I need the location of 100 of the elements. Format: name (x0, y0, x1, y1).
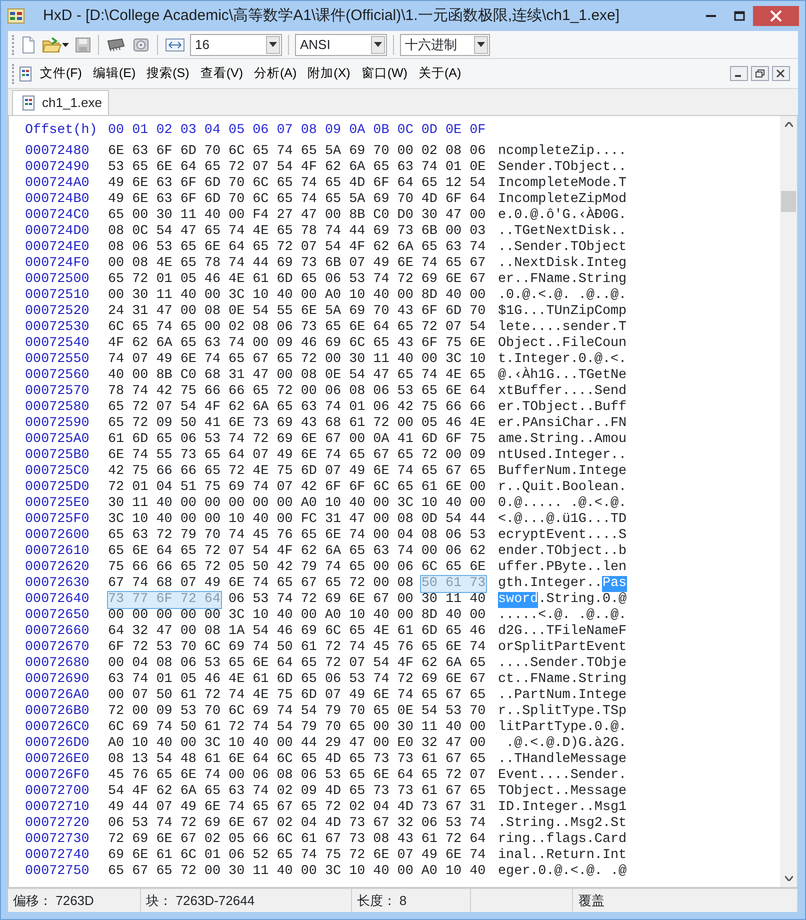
row-offset: 000725E0 (25, 496, 90, 512)
ascii-text: ring..flags.Card (498, 832, 627, 848)
row-offset: 000725F0 (25, 512, 90, 528)
hex-bytes: 08 13 54 48 61 6E 64 6C 65 4D 65 73 73 61 67 65 (108, 752, 486, 768)
ascii-text: ecryptEvent....S (498, 528, 627, 544)
row-offset: 00072700 (25, 784, 90, 800)
hex-bytes: 64 32 47 00 08 1A 54 46 69 6C 65 4E 61 6D 65 46 (108, 624, 486, 640)
row-offset: 00072510 (25, 288, 90, 304)
ascii-text: .@.<.@.D)G.à2G. (505, 736, 627, 752)
ascii-text: BufferNum.Intege (498, 464, 627, 480)
row-offset: 00072610 (25, 544, 90, 560)
row-offset: 000725B0 (25, 448, 90, 464)
folder-icon (42, 36, 62, 54)
row-offset: 00072730 (25, 832, 90, 848)
minimize-icon (706, 15, 716, 17)
hex-bytes: 67 74 68 07 49 6E 74 65 67 65 72 00 08 (108, 576, 414, 592)
hex-bytes: 49 6E 63 6F 6D 70 6C 65 74 65 4D 6F 64 65 12 54 (108, 176, 486, 192)
ascii-text: Object..FileCoun (498, 336, 627, 352)
ascii-text: ntUsed.Integer.. (498, 448, 627, 464)
row-offset: 00072650 (25, 608, 90, 624)
menu-item[interactable]: 附加(X) (304, 62, 354, 85)
offset-base-dropdown[interactable]: 十六进制 (400, 34, 490, 56)
close-button[interactable] (753, 6, 799, 26)
hex-bytes: 65 00 30 11 40 00 F4 27 47 00 8B C0 D0 30 47 00 (108, 208, 486, 224)
column-width-button[interactable] (164, 36, 186, 54)
hex-bytes: 65 67 65 72 00 30 11 40 00 3C 10 40 00 A0 10 40 (108, 864, 486, 880)
mdi-restore-button[interactable] (751, 66, 769, 81)
menu-item[interactable]: 搜索(S) (142, 62, 194, 85)
hex-bytes: 00 00 00 00 00 3C 10 40 00 A0 10 40 00 8D 40 00 (108, 608, 486, 624)
menu-item[interactable]: 分析(A) (250, 62, 301, 85)
menu-item[interactable]: 关于(A) (414, 62, 466, 85)
hex-bytes: 6C 69 74 50 61 72 74 54 79 70 65 00 30 11 40 00 (108, 720, 486, 736)
close-icon (776, 69, 786, 78)
hex-bytes: 49 6E 63 6F 6D 70 6C 65 74 65 5A 69 70 4D 6F 64 (108, 192, 486, 208)
hex-bytes: 6C 65 74 65 00 02 08 06 73 65 6E 64 65 72 07 54 (108, 320, 486, 336)
hex-bytes: 65 72 09 50 41 6E 73 69 43 68 61 72 00 05 46 4E (108, 416, 486, 432)
menu-item[interactable]: 窗口(W) (357, 62, 412, 85)
file-tab[interactable]: ch1_1.exe (12, 90, 109, 115)
hex-bytes: 24 31 47 00 08 0E 54 55 6E 5A 69 70 43 6F 6D 70 (108, 304, 486, 320)
hex-bytes: 72 69 6E 67 02 05 66 6C 61 67 73 08 43 61 72 64 (108, 832, 486, 848)
row-offset: 000726E0 (25, 752, 90, 768)
dropdown-arrow-icon (269, 42, 277, 47)
open-button[interactable] (41, 34, 70, 54)
row-offset: 00072590 (25, 416, 90, 432)
hex-bytes: 00 04 08 06 53 65 6E 64 65 72 07 54 4F 62 6A 65 (108, 656, 486, 672)
row-offset: 00072620 (25, 560, 90, 576)
row-offset: 00072570 (25, 384, 90, 400)
row-offset: 00072580 (25, 400, 90, 416)
column-header: 00 01 02 03 04 05 06 07 08 09 0A 0B 0C 0D 0E 0F (108, 123, 486, 139)
ascii-text: .....<.@. .@..@. (498, 608, 627, 624)
hex-bytes: 72 01 04 51 75 69 74 07 42 6F 6F 6C 65 61 6E 00 (108, 480, 486, 496)
ascii-text: .0.@.<.@. .@..@. (498, 288, 627, 304)
row-offset: 00072600 (25, 528, 90, 544)
window-title: HxD - [D:\College Academic\高等数学A1\课件(Official)\1.一元函数极限,连续\ch1_1.exe] (43, 6, 621, 26)
ascii-text: orSplitPartEvent (498, 640, 627, 656)
ascii-text: er..FName.String (498, 272, 627, 288)
hex-bytes: 00 07 50 61 72 74 4E 75 6D 07 49 6E 74 65 67 65 (108, 688, 486, 704)
ascii-text: gth.Integer.. (498, 576, 602, 592)
ascii-text: ..NextDisk.Integ (498, 256, 627, 272)
row-offset: 00072660 (25, 624, 90, 640)
ascii-text: d2G...TFileNameF (498, 624, 627, 640)
hex-bytes: 45 76 65 6E 74 00 06 08 06 53 65 6E 64 65 72 07 (108, 768, 486, 784)
save-button[interactable] (74, 36, 92, 54)
scrollbar-thumb[interactable] (781, 191, 796, 212)
memory-chip-button[interactable] (105, 36, 127, 52)
ascii-text: litPartType.0.@. (498, 720, 627, 736)
hex-bytes: 08 06 53 65 6E 64 65 72 07 54 4F 62 6A 65 63 74 (108, 240, 486, 256)
mdi-close-button[interactable] (772, 66, 790, 81)
menu-item[interactable]: 编辑(E) (88, 62, 140, 85)
hex-bytes: 6E 63 6F 6D 70 6C 65 74 65 5A 69 70 00 02 08 06 (108, 144, 486, 160)
ascii-text: eger.0.@.<.@. .@ (498, 864, 627, 880)
hex-bytes: 69 6E 61 6C 01 06 52 65 74 75 72 6E 07 49 6E 74 (108, 848, 486, 864)
ascii-text: Sender.TObject.. (498, 160, 627, 176)
ascii-text: IncompleteMode.T (498, 176, 627, 192)
hex-bytes: 65 72 07 54 4F 62 6A 65 63 74 01 06 42 75 66 66 (108, 400, 486, 416)
ascii-text: ..Sender.TObject (498, 240, 627, 256)
row-offset: 00072670 (25, 640, 90, 656)
ascii-text: .String.0.@ (538, 592, 627, 608)
hex-bytes: 4F 62 6A 65 63 74 00 09 46 69 6C 65 43 6F 75 6E (108, 336, 486, 352)
ascii-text: uffer.PByte..len (498, 560, 627, 576)
hex-bytes: 00 08 4E 65 78 74 44 69 73 6B 07 49 6E 74 65 67 (108, 256, 486, 272)
close-icon (770, 10, 782, 22)
ascii-text: xtBuffer....Send (498, 384, 627, 400)
hex-bytes: 30 11 40 00 00 00 00 00 A0 10 40 00 3C 10 40 00 (108, 496, 486, 512)
charset-dropdown[interactable]: ANSI (295, 34, 387, 56)
selected-ascii-text: sword (498, 592, 538, 608)
ascii-text: lete....sender.T (498, 320, 627, 336)
bytes-per-row-dropdown[interactable]: 16 (190, 34, 282, 56)
row-offset: 00072530 (25, 320, 90, 336)
row-offset: 000724C0 (25, 208, 90, 224)
menu-item[interactable]: 文件(F) (36, 62, 86, 85)
mdi-minimize-button[interactable] (730, 66, 748, 81)
row-offset: 00072490 (25, 160, 90, 176)
hex-bytes: 65 63 72 79 70 74 45 76 65 6E 74 00 04 08 06 53 (108, 528, 486, 544)
caret-icon (62, 42, 69, 46)
vertical-scrollbar[interactable] (780, 116, 797, 887)
column-width-icon (165, 36, 185, 52)
scroll-up-icon (784, 122, 792, 127)
menu-item[interactable]: 查看(V) (196, 62, 247, 85)
row-offset: 00072520 (25, 304, 90, 320)
